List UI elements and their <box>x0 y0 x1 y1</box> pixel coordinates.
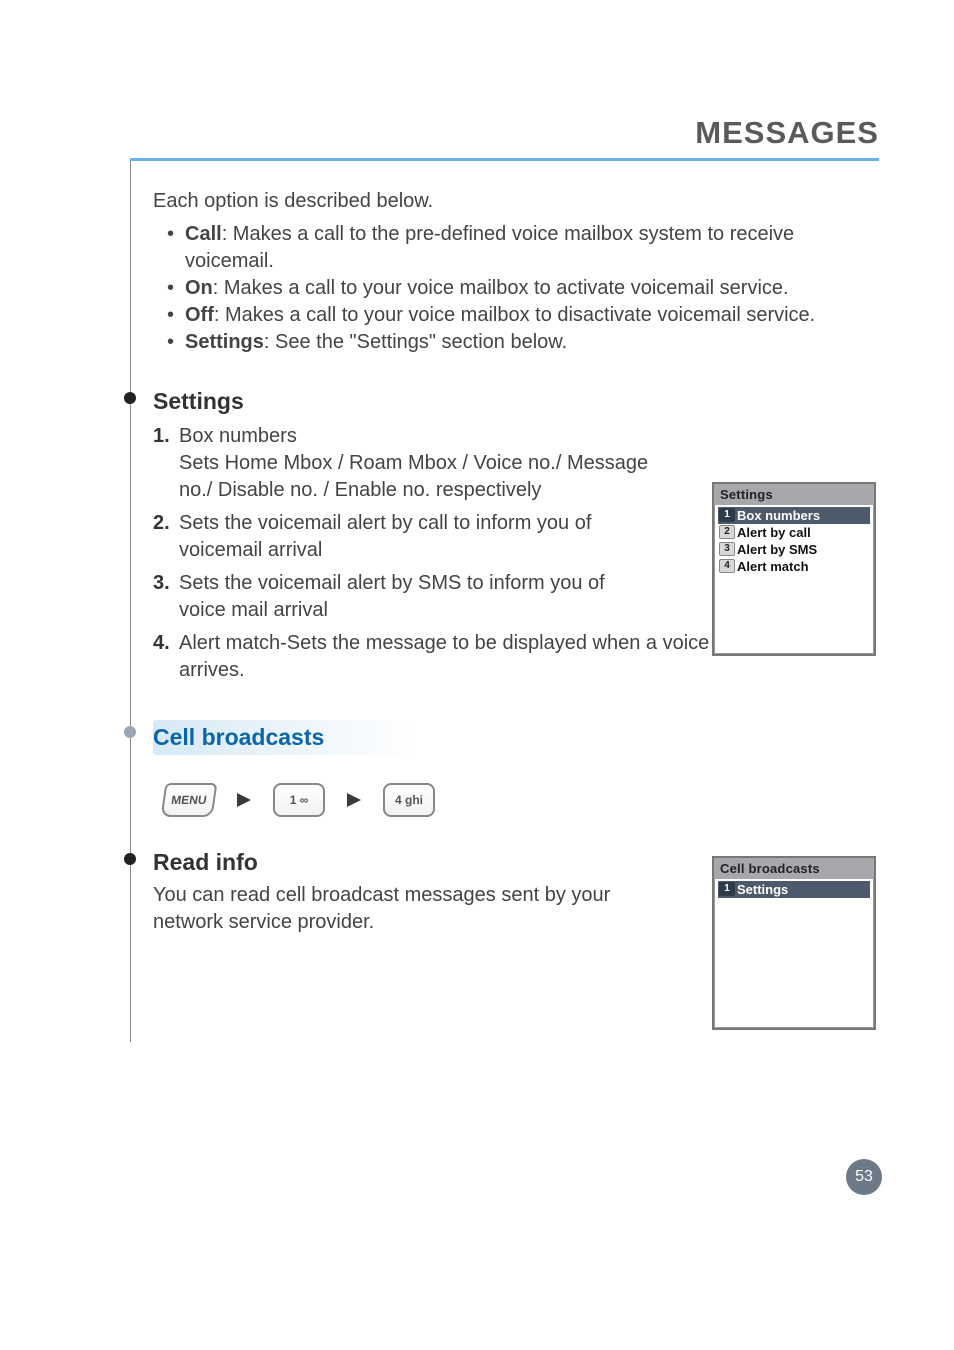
option-label: Call <box>185 223 222 245</box>
option-label: On <box>185 277 213 299</box>
section-bullet-icon <box>124 726 136 738</box>
arrow-right-icon <box>237 793 251 807</box>
option-text: : Makes a call to your voice mailbox to … <box>213 277 789 299</box>
one-key-icon: 1 ∞ <box>273 783 325 817</box>
four-key-icon: 4 ghi <box>383 783 435 817</box>
index-badge: 4 <box>719 559 735 573</box>
cell-broadcasts-heading: Cell broadcasts <box>153 720 414 755</box>
list-item: Box numbers Sets Home Mbox / Roam Mbox /… <box>153 423 651 504</box>
phone-screenshot-settings: Settings 1Box numbers 2Alert by call 3Al… <box>712 482 876 656</box>
header-rule <box>130 158 879 161</box>
phone-item-label: Settings <box>737 882 788 897</box>
option-text: : Makes a call to the pre-defined voice … <box>185 223 794 272</box>
phone-menu-item: 2Alert by call <box>718 524 870 541</box>
phone-menu-item: 1Box numbers <box>718 507 870 524</box>
index-badge: 3 <box>719 542 735 556</box>
phone-item-label: Box numbers <box>737 508 820 523</box>
index-badge: 1 <box>719 508 735 522</box>
list-item: Call: Makes a call to the pre-defined vo… <box>167 221 839 275</box>
phone-title: Cell broadcasts <box>714 858 874 879</box>
key-breadcrumb: MENU 1 ∞ 4 ghi <box>163 783 879 817</box>
phone-screenshot-cell-broadcasts: Cell broadcasts 1Settings <box>712 856 876 1030</box>
arrow-right-icon <box>347 793 361 807</box>
option-text: : Makes a call to your voice mailbox to … <box>214 304 815 326</box>
read-info-body: You can read cell broadcast messages sen… <box>153 882 633 936</box>
phone-item-label: Alert match <box>737 559 809 574</box>
phone-menu-item: 1Settings <box>718 881 870 898</box>
list-item: Settings: See the "Settings" section bel… <box>167 329 839 356</box>
list-item: Off: Makes a call to your voice mailbox … <box>167 302 839 329</box>
option-label: Settings <box>185 331 264 353</box>
intro-text: Each option is described below. <box>153 188 879 215</box>
phone-menu-item: 4Alert match <box>718 558 870 575</box>
options-list: Call: Makes a call to the pre-defined vo… <box>153 221 879 356</box>
option-label: Off <box>185 304 214 326</box>
menu-key-icon: MENU <box>161 783 218 817</box>
phone-title: Settings <box>714 484 874 505</box>
phone-item-label: Alert by SMS <box>737 542 817 557</box>
list-item: On: Makes a call to your voice mailbox t… <box>167 275 839 302</box>
phone-item-label: Alert by call <box>737 525 811 540</box>
list-item: Sets the voicemail alert by SMS to infor… <box>153 570 651 624</box>
index-badge: 2 <box>719 525 735 539</box>
settings-heading: Settings <box>153 388 244 414</box>
phone-menu-item: 3Alert by SMS <box>718 541 870 558</box>
page-number: 53 <box>846 1159 882 1195</box>
section-bullet-icon <box>124 392 136 404</box>
left-vertical-rule <box>130 161 131 1042</box>
read-info-heading: Read info <box>153 849 258 875</box>
index-badge: 1 <box>719 882 735 896</box>
list-item: Sets the voicemail alert by call to info… <box>153 510 651 564</box>
section-bullet-icon <box>124 853 136 865</box>
option-text: : See the "Settings" section below. <box>264 331 567 353</box>
page-title: MESSAGES <box>695 115 879 151</box>
